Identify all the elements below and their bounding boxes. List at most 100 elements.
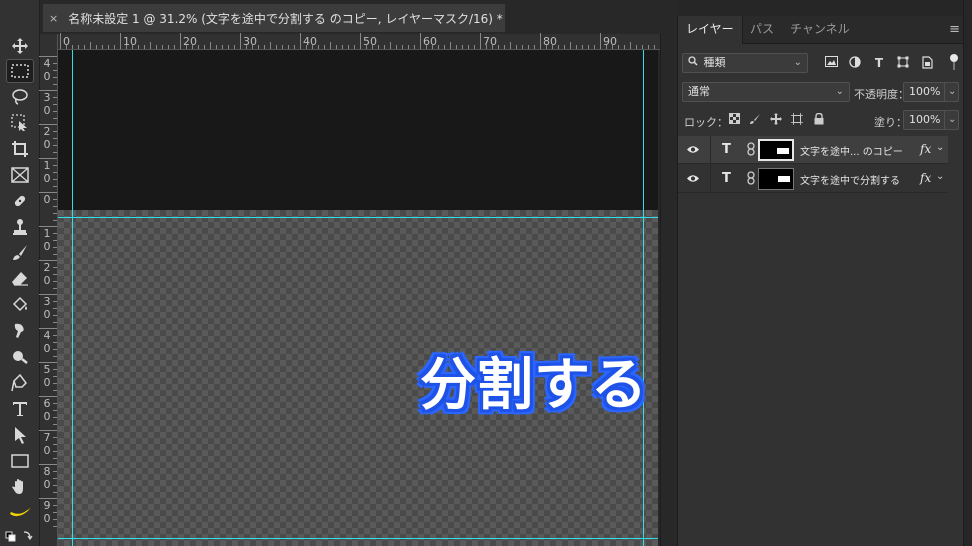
adjustment-filter-icon[interactable] — [847, 56, 863, 71]
layer-mask-thumbnail[interactable] — [758, 168, 794, 190]
photoshop-window: × 名称未設定 1 @ 31.2% (文字を途中で分割する のコピー, レイヤー… — [0, 0, 972, 546]
ruler-minor-tick — [53, 315, 57, 316]
fx-icon[interactable]: fx — [920, 171, 931, 185]
lock-position-icon[interactable] — [769, 113, 783, 128]
ruler-minor-tick — [53, 288, 57, 289]
move-tool-icon[interactable] — [6, 34, 34, 58]
ruler-label: 4 — [43, 57, 51, 70]
healing-brush-tool-icon[interactable] — [6, 189, 34, 213]
brush-tool-icon[interactable] — [6, 241, 34, 265]
ruler-label: 0 — [43, 138, 51, 151]
ruler-label: 7 — [43, 431, 51, 444]
ruler-minor-tick — [53, 179, 57, 180]
ruler-minor-tick — [546, 45, 547, 49]
ruler-minor-tick — [108, 45, 109, 49]
ruler-minor-tick — [654, 45, 655, 49]
ruler-label: 0 — [43, 342, 51, 355]
document-tab[interactable]: × 名称未設定 1 @ 31.2% (文字を途中で分割する のコピー, レイヤー… — [43, 4, 505, 32]
color-swatches[interactable] — [4, 528, 36, 544]
type-tool-icon[interactable] — [6, 397, 34, 421]
ruler-minor-tick — [53, 424, 57, 425]
ruler-minor-tick — [222, 45, 223, 49]
ruler-minor-tick — [53, 186, 57, 187]
crop-tool-icon[interactable] — [6, 137, 34, 161]
ruler-label: 0 — [43, 172, 51, 185]
ruler-minor-tick — [198, 45, 199, 49]
visibility-column-divider — [710, 136, 711, 164]
ruler-label: 0 — [43, 70, 51, 83]
eraser-tool-icon[interactable] — [6, 267, 34, 291]
smart-object-filter-icon[interactable] — [919, 56, 935, 72]
canvas-scrollbar[interactable] — [660, 34, 676, 546]
canvas-text-layer[interactable]: 分割する — [420, 340, 648, 421]
path-select-tool-icon[interactable] — [6, 423, 34, 447]
layer-row[interactable]: T 文字を途中... のコピー fx ⌄ — [678, 136, 948, 164]
chevron-down-icon[interactable]: ⌄ — [944, 111, 958, 129]
ruler-minor-tick — [53, 383, 57, 384]
banana-icon[interactable] — [6, 501, 34, 525]
pen-tool-icon[interactable] — [6, 371, 34, 395]
guide-right[interactable] — [643, 50, 644, 546]
ruler-minor-tick — [576, 45, 577, 49]
lock-all-icon[interactable] — [812, 112, 826, 128]
image-filter-icon[interactable] — [823, 56, 839, 70]
panel-menu-icon[interactable]: ≡ — [949, 22, 960, 37]
chevron-down-icon[interactable]: ⌄ — [936, 142, 944, 153]
frame-tool-icon[interactable] — [6, 163, 34, 187]
hand-tool-icon[interactable] — [6, 475, 34, 499]
guide-left[interactable] — [72, 50, 73, 546]
tab-layers[interactable]: レイヤー — [678, 16, 743, 44]
eye-icon[interactable] — [686, 143, 700, 157]
ruler-minor-tick — [132, 45, 133, 49]
shape-filter-icon[interactable] — [895, 56, 911, 71]
object-select-tool-icon[interactable] — [6, 111, 34, 135]
layer-name[interactable]: 文字を途中で分割する — [800, 172, 900, 187]
horizontal-ruler[interactable]: 0 10 20 30 40 50 60 70 80 90 — [58, 33, 660, 50]
lock-image-pixels-icon[interactable] — [748, 113, 762, 128]
fill-field[interactable]: 100% ⌄ — [903, 110, 959, 130]
tab-channels[interactable]: チャンネル — [782, 16, 858, 44]
paint-bucket-tool-icon[interactable] — [6, 293, 34, 317]
link-icon[interactable] — [747, 142, 755, 159]
tab-paths[interactable]: パス — [742, 16, 782, 44]
ruler-minor-tick — [53, 70, 57, 71]
ruler-minor-tick — [53, 471, 57, 472]
ruler-minor-tick — [53, 410, 57, 411]
ruler-minor-tick — [354, 45, 355, 49]
ruler-minor-tick — [53, 437, 57, 438]
marquee-tool-icon[interactable] — [6, 59, 34, 83]
smudge-tool-icon[interactable] — [6, 319, 34, 343]
document-canvas[interactable]: 分割する — [58, 50, 658, 546]
type-filter-icon[interactable]: T — [871, 56, 887, 70]
layer-filter-select[interactable]: 種類 ⌄ — [682, 53, 808, 73]
ruler-minor-tick — [396, 45, 397, 49]
ruler-minor-tick — [53, 526, 57, 527]
dodge-tool-icon[interactable] — [6, 345, 34, 369]
filter-toggle[interactable] — [950, 54, 958, 70]
lasso-tool-icon[interactable] — [6, 85, 34, 109]
layer-row[interactable]: T 文字を途中で分割する fx ⌄ — [678, 165, 948, 193]
blend-mode-select[interactable]: 通常 ⌄ — [682, 82, 850, 102]
vertical-ruler[interactable]: 403020100102030405060708090 — [39, 34, 58, 546]
eye-icon[interactable] — [686, 172, 700, 186]
lock-transparent-pixels-icon[interactable] — [727, 113, 741, 127]
fx-icon[interactable]: fx — [920, 142, 931, 156]
chevron-down-icon[interactable]: ⌄ — [944, 83, 958, 101]
guide-bottom[interactable] — [58, 538, 658, 539]
stamp-tool-icon[interactable] — [6, 215, 34, 239]
ruler-minor-tick — [53, 213, 57, 214]
ruler-minor-tick — [168, 45, 169, 49]
chevron-down-icon[interactable]: ⌄ — [936, 171, 944, 182]
lock-artboard-icon[interactable] — [790, 113, 804, 128]
link-icon[interactable] — [747, 171, 755, 188]
ruler-minor-tick — [186, 45, 187, 49]
opacity-field[interactable]: 100% ⌄ — [903, 82, 959, 102]
layer-name[interactable]: 文字を途中... のコピー — [800, 143, 903, 158]
rectangle-tool-icon[interactable] — [6, 449, 34, 473]
filter-kind-label: 種類 — [703, 56, 726, 69]
close-tab-icon[interactable]: × — [49, 12, 58, 25]
layer-mask-thumbnail[interactable] — [758, 139, 794, 161]
ruler-minor-tick — [516, 45, 517, 49]
ruler-minor-tick — [150, 42, 151, 49]
guide-top[interactable] — [58, 217, 658, 218]
